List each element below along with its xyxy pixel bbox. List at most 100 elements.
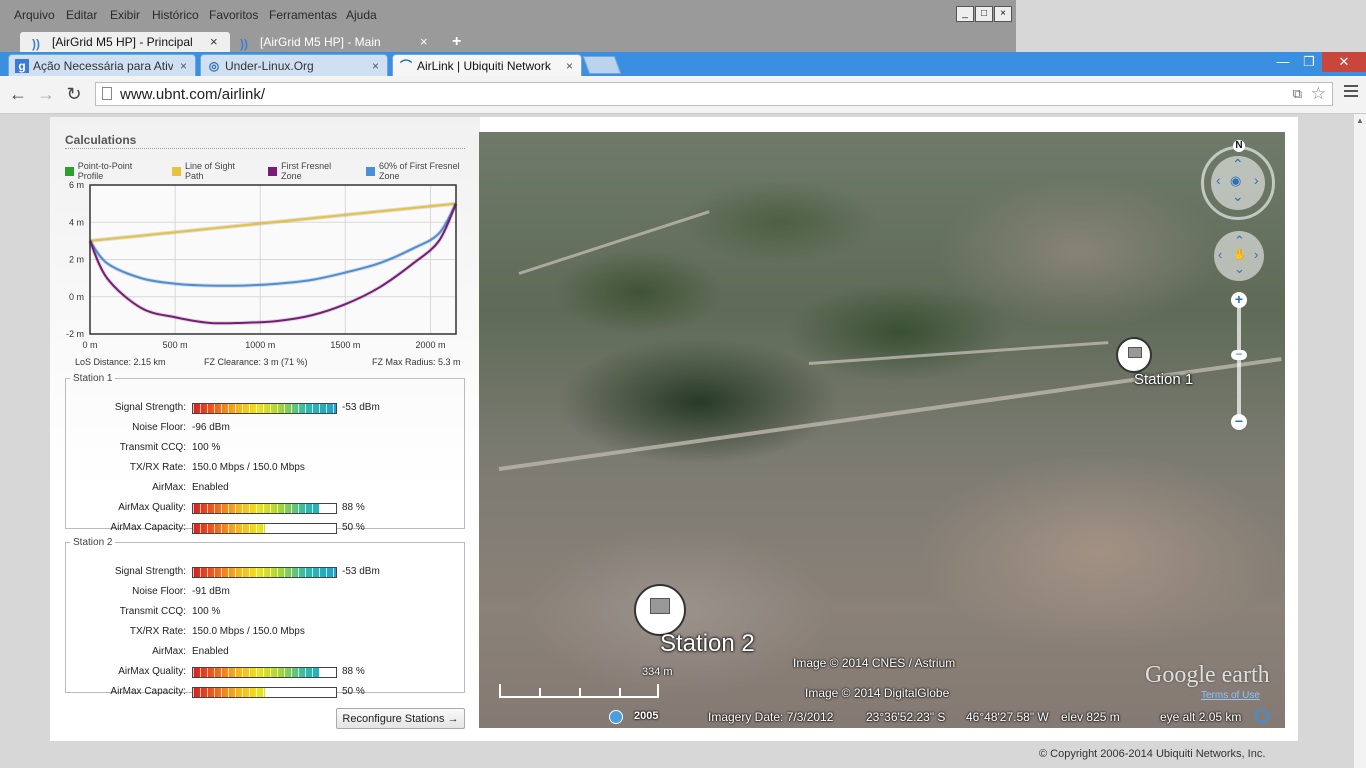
- scroll-up-icon[interactable]: ▲: [1354, 116, 1366, 125]
- ff-tab-main[interactable]: )) [AirGrid M5 HP] - Main ×: [240, 32, 440, 52]
- x-tick-label: 500 m: [163, 340, 188, 350]
- tab-airlink[interactable]: ⌒ AirLink | Ubiquiti Network ×: [392, 54, 582, 76]
- globe-icon[interactable]: [1255, 709, 1269, 723]
- row-value: 150.0 Mbps / 150.0 Mbps: [192, 462, 305, 473]
- station-row: AirMax: Enabled: [66, 482, 464, 498]
- eye-altitude: eye alt 2.05 km: [1160, 710, 1242, 724]
- zoom-out-button[interactable]: −: [1231, 414, 1247, 430]
- imagery-year[interactable]: 2005: [634, 710, 658, 722]
- ff-tab-close-icon[interactable]: ×: [210, 32, 218, 52]
- zoom-thumb[interactable]: −: [1231, 348, 1247, 360]
- tab-label: Under-Linux.Org: [225, 59, 314, 73]
- look-up-icon[interactable]: ⌃: [1232, 156, 1244, 173]
- zoom-track[interactable]: [1237, 304, 1241, 420]
- terms-of-use-link[interactable]: Terms of Use: [1201, 690, 1260, 701]
- page-icon: [102, 87, 112, 100]
- row-value: Enabled: [192, 646, 229, 657]
- look-left-icon[interactable]: ‹: [1216, 172, 1221, 188]
- station-1-label: Station 1: [1134, 371, 1194, 388]
- tab-acao-necessaria[interactable]: g Ação Necessária para Ativ ×: [8, 54, 196, 76]
- row-label: AirMax Quality:: [118, 666, 186, 677]
- menu-favoritos[interactable]: Favoritos: [209, 8, 258, 22]
- address-bar[interactable]: www.ubnt.com/airlink/ ⧉ ☆: [95, 82, 1333, 106]
- vertical-scrollbar[interactable]: ▲: [1354, 114, 1366, 768]
- scale-label: 334 m: [642, 666, 673, 678]
- ff-tab-close-icon[interactable]: ×: [420, 32, 428, 52]
- look-right-icon[interactable]: ›: [1254, 172, 1259, 188]
- url-text[interactable]: www.ubnt.com/airlink/: [120, 86, 265, 103]
- y-tick-label: 6 m: [69, 180, 84, 190]
- y-tick-label: 4 m: [69, 217, 84, 227]
- station-row: TX/RX Rate: 150.0 Mbps / 150.0 Mbps: [66, 462, 464, 478]
- row-label: AirMax Capacity:: [110, 686, 186, 697]
- x-tick-label: 1000 m: [245, 340, 275, 350]
- new-tab-button[interactable]: [582, 56, 622, 74]
- legend-swatch: [268, 166, 278, 176]
- menu-editar[interactable]: Editar: [66, 8, 97, 22]
- ff-tab-label: [AirGrid M5 HP] - Principal: [52, 35, 193, 49]
- restore-button[interactable]: ❐: [1296, 52, 1322, 72]
- fz-clearance: FZ Clearance: 3 m (71 %): [204, 357, 308, 367]
- station-row: AirMax Quality: 88 %: [66, 502, 464, 518]
- ff-close-button[interactable]: ×: [994, 6, 1012, 22]
- row-label: Noise Floor:: [132, 586, 186, 597]
- row-value: -96 dBm: [192, 422, 230, 433]
- pan-up-icon[interactable]: ⌃: [1234, 233, 1245, 249]
- ff-new-tab-button[interactable]: +: [452, 32, 461, 52]
- menu-arquivo[interactable]: Arquivo: [14, 8, 55, 22]
- pan-control[interactable]: ⌃ ⌄ ‹ › ✋: [1214, 231, 1264, 281]
- tab-label: Ação Necessária para Ativ: [33, 59, 173, 73]
- tab-close-icon[interactable]: ×: [566, 55, 573, 77]
- airlink-panel: Calculations Point-to-Point Profile Line…: [50, 117, 1298, 741]
- station-1-box: Station 1 Signal Strength: -53 dBm Noise F…: [65, 373, 465, 534]
- pan-down-icon[interactable]: ⌄: [1234, 261, 1245, 277]
- reconfigure-stations-button[interactable]: Reconfigure Stations →: [336, 708, 465, 729]
- row-value: 50 %: [342, 522, 365, 533]
- zoom-in-button[interactable]: +: [1231, 292, 1247, 308]
- north-indicator: N: [1233, 140, 1245, 152]
- menu-exibir[interactable]: Exibir: [110, 8, 140, 22]
- row-label: AirMax Quality:: [118, 502, 186, 513]
- menu-ferramentas[interactable]: Ferramentas: [269, 8, 337, 22]
- ff-maximize-button[interactable]: □: [975, 6, 993, 22]
- y-tick-label: -2 m: [66, 329, 84, 339]
- row-label: Signal Strength:: [114, 566, 186, 577]
- translate-icon[interactable]: ⧉: [1293, 86, 1302, 102]
- reload-icon[interactable]: ↻: [62, 84, 86, 105]
- legend-swatch: [65, 166, 74, 176]
- google-earth-map[interactable]: Station 1 Station 2 N ⌃ ⌄ ‹ › ◉ ⌃ ⌄ ‹ › …: [479, 132, 1285, 728]
- row-value: 88 %: [342, 666, 365, 677]
- row-label: AirMax:: [152, 646, 186, 657]
- longitude: 46°48'27.58" W: [966, 710, 1049, 724]
- divider: [65, 148, 465, 149]
- row-label: Signal Strength:: [114, 402, 186, 413]
- row-value: 88 %: [342, 502, 365, 513]
- rss-icon: )): [240, 37, 248, 51]
- level-meter: [192, 403, 337, 414]
- bookmark-star-icon[interactable]: ☆: [1311, 84, 1326, 104]
- meter-fill: [193, 524, 265, 533]
- forward-arrow-icon[interactable]: →: [34, 84, 58, 105]
- minimize-button[interactable]: —: [1270, 52, 1296, 72]
- historical-imagery-icon[interactable]: [609, 710, 623, 724]
- chrome-menu-icon[interactable]: [1344, 85, 1358, 100]
- menu-historico[interactable]: Histórico: [152, 8, 199, 22]
- menu-ajuda[interactable]: Ajuda: [346, 8, 377, 22]
- close-button[interactable]: ✕: [1322, 52, 1366, 72]
- tab-under-linux[interactable]: ◎ Under-Linux.Org ×: [200, 54, 388, 76]
- tab-close-icon[interactable]: ×: [180, 55, 187, 77]
- ff-tab-principal[interactable]: )) [AirGrid M5 HP] - Principal ×: [20, 32, 230, 52]
- row-value: -53 dBm: [342, 566, 380, 577]
- station-row: AirMax Capacity: 50 %: [66, 686, 464, 702]
- meter-fill: [193, 504, 319, 513]
- zoom-slider[interactable]: + − −: [1231, 292, 1247, 432]
- compass-control[interactable]: N ⌃ ⌄ ‹ › ◉: [1201, 140, 1277, 220]
- back-arrow-icon[interactable]: ←: [6, 84, 30, 105]
- look-down-icon[interactable]: ⌄: [1232, 188, 1244, 205]
- station-row: Signal Strength: -53 dBm: [66, 402, 464, 418]
- pan-left-icon[interactable]: ‹: [1218, 247, 1222, 262]
- page-content: ▲ Calculations Point-to-Point Profile Li…: [0, 114, 1366, 768]
- tab-close-icon[interactable]: ×: [372, 55, 379, 77]
- ff-minimize-button[interactable]: _: [956, 6, 974, 22]
- pan-right-icon[interactable]: ›: [1254, 247, 1258, 262]
